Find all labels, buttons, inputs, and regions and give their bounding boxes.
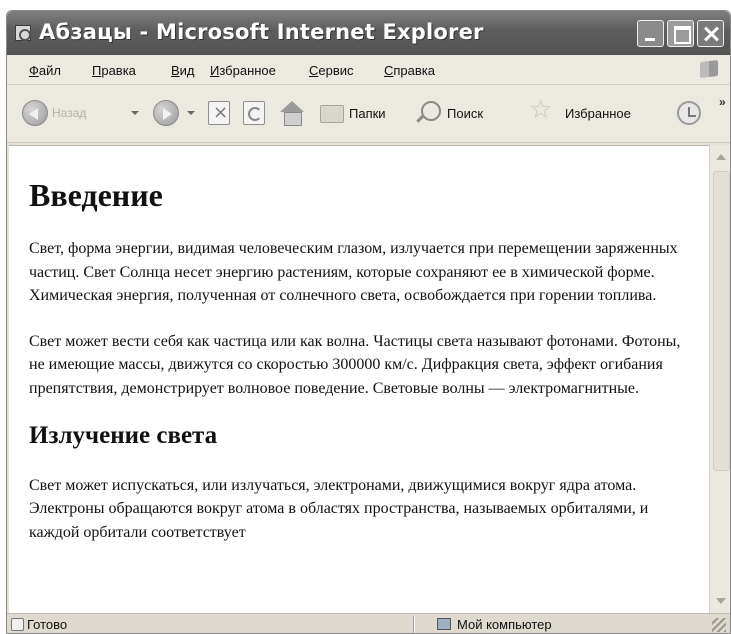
- search-button[interactable]: Поиск: [447, 106, 483, 121]
- document-body: Введение Свет, форма энергии, видимая че…: [9, 146, 699, 544]
- folder-icon[interactable]: [320, 105, 344, 123]
- folders-button[interactable]: Папки: [349, 106, 386, 121]
- heading-light-emission: Излучение света: [29, 422, 218, 450]
- paragraph-1: Свет, форма энергии, видимая человечески…: [29, 240, 678, 305]
- windows-flag-icon: [700, 60, 718, 78]
- close-button[interactable]: [697, 20, 724, 47]
- menu-favorites[interactable]: Избранное: [210, 63, 276, 78]
- vertical-scrollbar[interactable]: [709, 145, 730, 613]
- resize-grip-icon[interactable]: [712, 618, 726, 632]
- status-bar: Готово Мой компьютер: [7, 613, 730, 633]
- minimize-button[interactable]: [637, 20, 664, 47]
- menu-view[interactable]: Вид: [171, 63, 195, 78]
- browser-window: Абзацы - Microsoft Internet Explorer Фай…: [6, 10, 731, 634]
- star-icon[interactable]: ☆: [529, 97, 552, 123]
- scrollbar-thumb[interactable]: [713, 171, 730, 471]
- stop-icon[interactable]: [208, 101, 230, 125]
- paragraph-3: Свет может испускаться, или излучаться, …: [29, 476, 649, 541]
- back-dropdown-icon[interactable]: [131, 111, 139, 115]
- page-status-icon: [11, 618, 24, 631]
- toolbar-overflow-chevron-icon[interactable]: »: [719, 95, 726, 109]
- home-icon[interactable]: [279, 101, 305, 126]
- ie-app-icon: [15, 25, 31, 41]
- page-content: Введение Свет, форма энергии, видимая че…: [9, 145, 709, 613]
- search-icon[interactable]: [421, 101, 441, 121]
- forward-arrow-icon[interactable]: [153, 100, 179, 126]
- history-icon[interactable]: [677, 101, 701, 125]
- back-label[interactable]: Назад: [52, 106, 86, 120]
- heading-introduction: Введение: [29, 177, 163, 213]
- computer-zone-icon: [437, 618, 451, 630]
- back-arrow-icon[interactable]: [22, 100, 48, 126]
- menu-tools[interactable]: Сервис: [309, 63, 354, 78]
- scroll-up-icon[interactable]: [711, 147, 730, 167]
- menu-help[interactable]: Справка: [384, 63, 435, 78]
- menu-edit[interactable]: Правка: [92, 63, 136, 78]
- status-text: Готово: [27, 617, 68, 632]
- maximize-button[interactable]: [667, 20, 694, 47]
- menu-file[interactable]: Файл: [29, 63, 61, 78]
- favorites-button[interactable]: Избранное: [565, 106, 631, 121]
- menu-bar: Файл Правка Вид Избранное Сервис Справка: [7, 55, 730, 85]
- status-divider: [413, 616, 415, 633]
- window-title: Абзацы - Microsoft Internet Explorer: [39, 20, 484, 44]
- forward-dropdown-icon[interactable]: [187, 111, 195, 115]
- paragraph-2: Свет может вести себя как частица или ка…: [29, 332, 681, 397]
- title-bar[interactable]: Абзацы - Microsoft Internet Explorer: [7, 11, 730, 55]
- standard-toolbar: Назад Папки Поиск ☆ Избранное »: [7, 85, 730, 143]
- scroll-down-icon[interactable]: [711, 591, 730, 611]
- refresh-icon[interactable]: [243, 101, 265, 125]
- security-zone-label: Мой компьютер: [457, 617, 552, 632]
